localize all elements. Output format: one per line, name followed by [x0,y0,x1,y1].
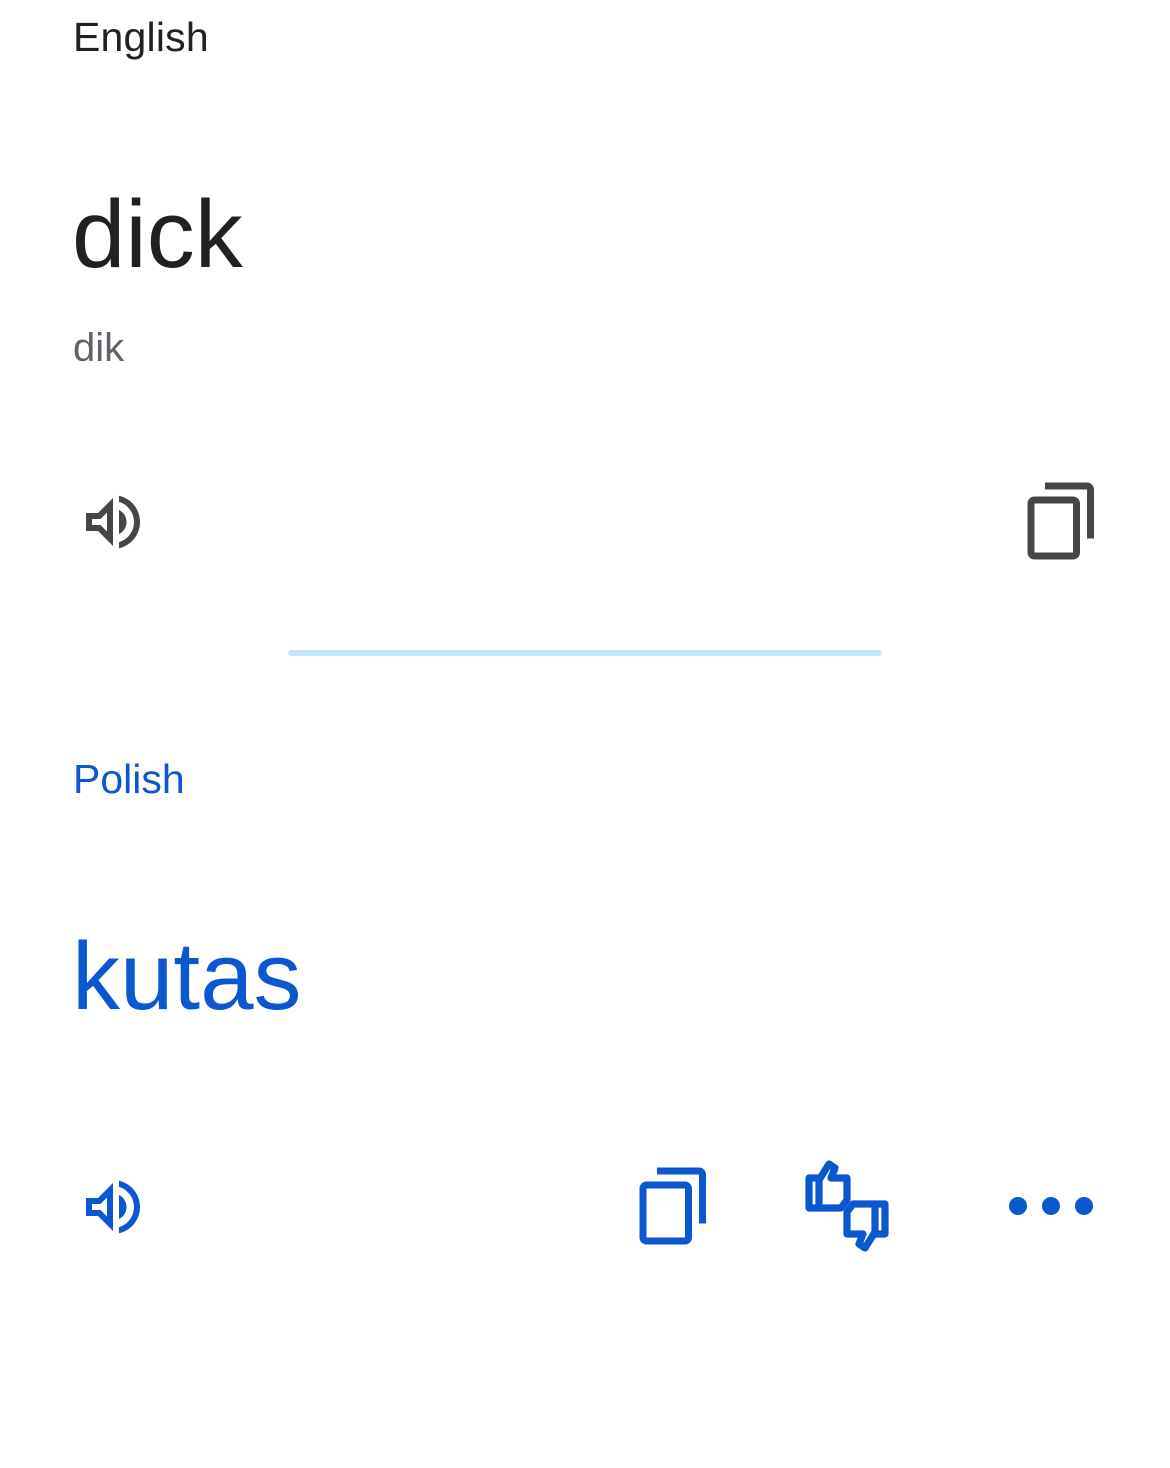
speaker-icon [86,495,140,549]
source-transliteration: dik [73,326,125,370]
target-text: kutas [72,923,302,1030]
target-language-label[interactable]: Polish [73,756,185,803]
more-horizontal-icon [1009,1197,1093,1215]
rate-translation-button[interactable] [794,1156,900,1256]
source-text: dick [72,181,243,288]
speaker-icon [86,1180,140,1234]
source-language-label[interactable]: English [73,14,209,61]
copy-icon [1027,482,1094,560]
target-copy-button[interactable] [626,1160,716,1252]
source-copy-button[interactable] [1014,476,1104,566]
target-listen-button[interactable] [70,1165,156,1249]
section-divider [288,650,882,656]
source-listen-button[interactable] [70,482,156,562]
thumbs-up-down-icon [805,1160,889,1252]
more-options-button[interactable] [998,1178,1098,1234]
copy-icon [639,1167,706,1245]
